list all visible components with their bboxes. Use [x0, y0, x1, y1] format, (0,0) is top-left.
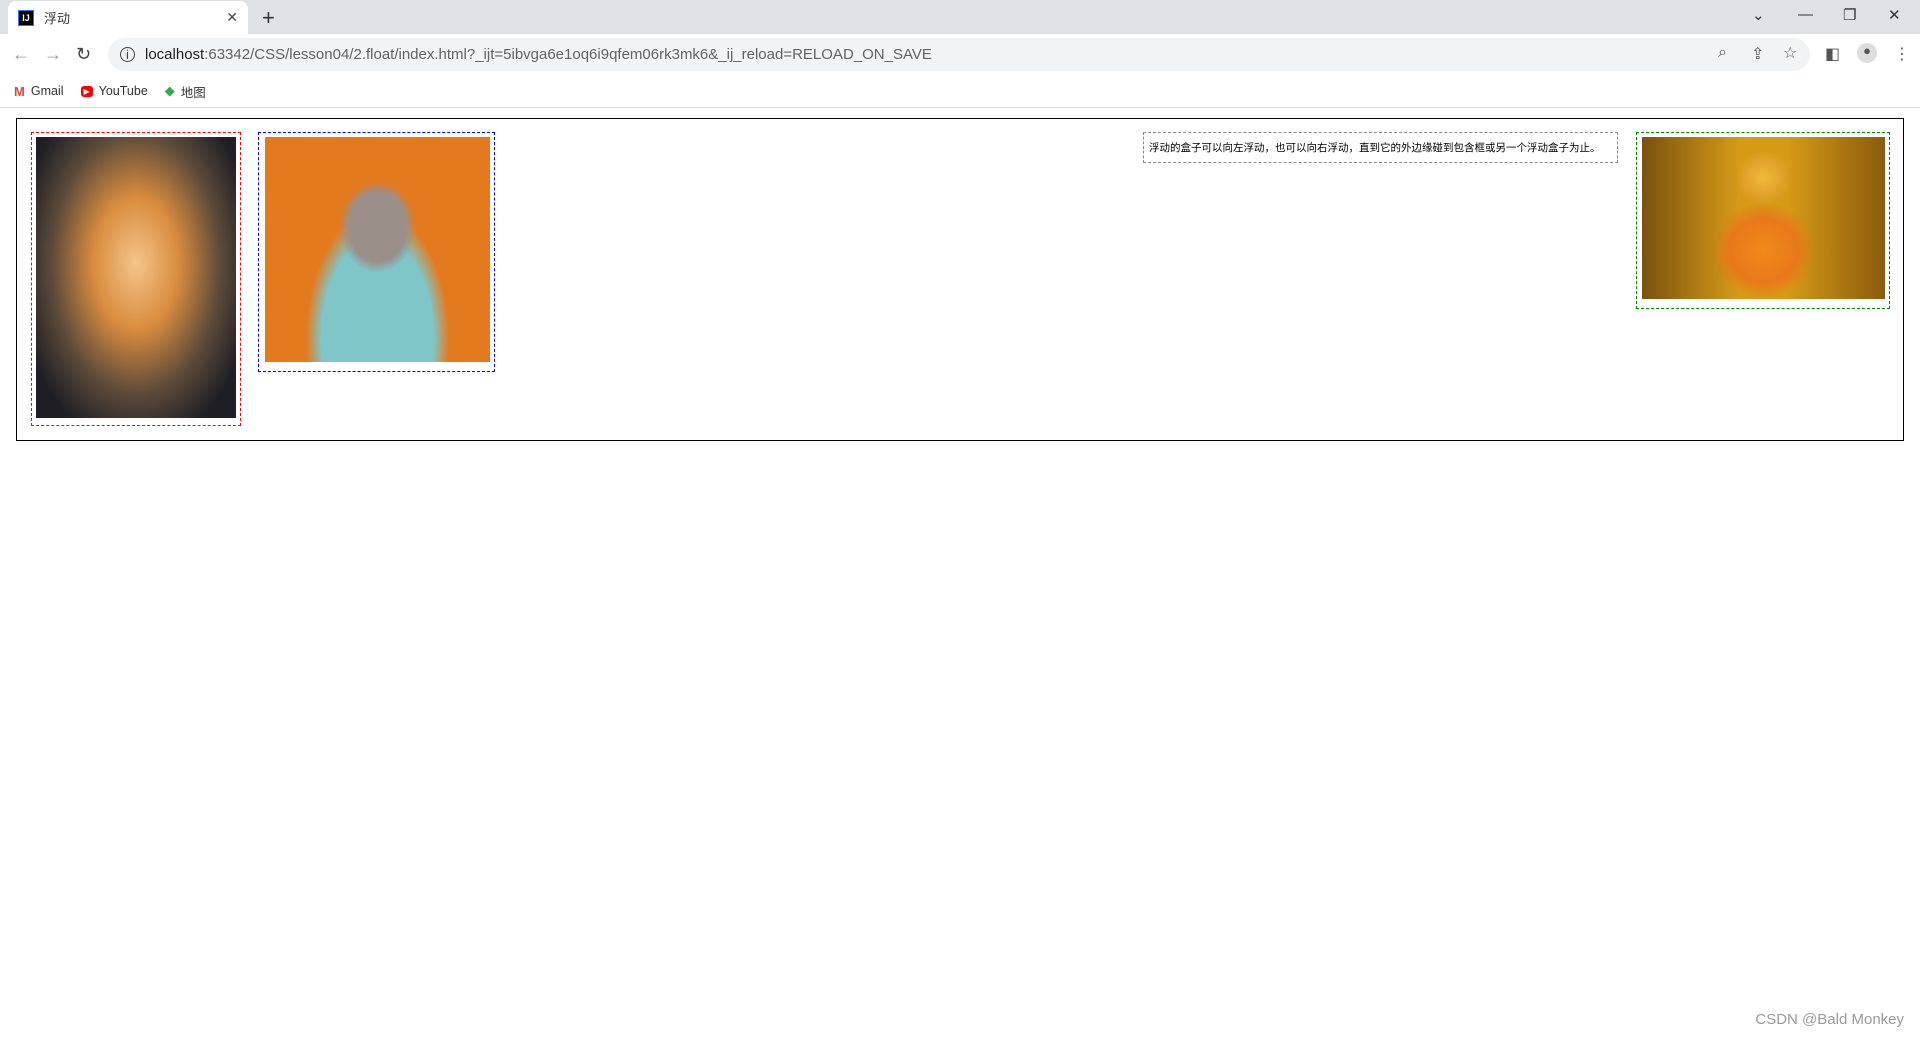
bookmarks-bar: M Gmail ▶ YouTube ◆ 地图 — [0, 75, 1920, 108]
youtube-icon: ▶ — [80, 85, 93, 97]
bookmark-youtube[interactable]: ▶ YouTube — [80, 84, 148, 98]
url-host: localhost — [145, 46, 205, 63]
bookmark-gmail[interactable]: M Gmail — [14, 84, 64, 99]
site-info-icon[interactable]: i — [120, 47, 135, 62]
intellij-favicon-icon: IJ — [18, 9, 34, 26]
profile-avatar-icon[interactable]: ● — [1857, 43, 1877, 63]
maps-icon: ◆ — [164, 83, 175, 98]
tab-title: 浮动 — [44, 11, 71, 26]
url-path: :63342/CSS/lesson04/2.float/index.html?_… — [204, 46, 932, 63]
bookmark-label: Gmail — [30, 84, 64, 98]
browser-tab[interactable]: IJ 浮动 ✕ — [8, 1, 248, 34]
close-tab-icon[interactable]: ✕ — [226, 9, 238, 26]
giraffe-image — [1642, 137, 1885, 299]
watermark: CSDN @Bald Monkey — [1755, 1011, 1904, 1028]
bookmark-star-icon[interactable]: ☆ — [1783, 43, 1797, 63]
bookmark-maps[interactable]: ◆ 地图 — [165, 82, 206, 101]
address-bar[interactable]: i localhost:63342/CSS/lesson04/2.float/i… — [108, 38, 1810, 71]
new-tab-icon[interactable]: + — [262, 5, 275, 31]
menu-icon[interactable]: ⋮ — [1894, 44, 1910, 64]
forward-icon[interactable]: → — [44, 44, 62, 65]
browser-toolbar: ← → ↻ i localhost:63342/CSS/lesson04/2.f… — [0, 34, 1920, 75]
float-text-box: 浮动的盒子可以向左浮动，也可以向右浮动，直到它的外边缘碰到包含框或另一个浮动盒子… — [1143, 132, 1618, 163]
side-panel-icon[interactable]: ◧ — [1825, 44, 1840, 64]
close-window-icon[interactable]: ✕ — [1888, 6, 1901, 24]
bookmark-label: YouTube — [98, 84, 148, 98]
reload-icon[interactable]: ↻ — [76, 44, 91, 65]
tab-bar: IJ 浮动 ✕ + ⌄ — ❐ ✕ — [0, 0, 1920, 34]
gmail-icon: M — [14, 83, 25, 99]
rabbit-image — [265, 137, 490, 362]
shiba-dog-image — [36, 137, 236, 418]
share-icon[interactable]: ⇪ — [1751, 44, 1764, 64]
restore-icon[interactable]: ❐ — [1843, 6, 1856, 24]
tab-search-icon[interactable]: ⌄ — [1752, 6, 1765, 24]
minimize-icon[interactable]: — — [1798, 6, 1813, 23]
back-icon[interactable]: ← — [12, 44, 30, 65]
zoom-icon[interactable]: ⌕ — [1718, 44, 1727, 62]
bookmark-label: 地图 — [180, 85, 206, 100]
